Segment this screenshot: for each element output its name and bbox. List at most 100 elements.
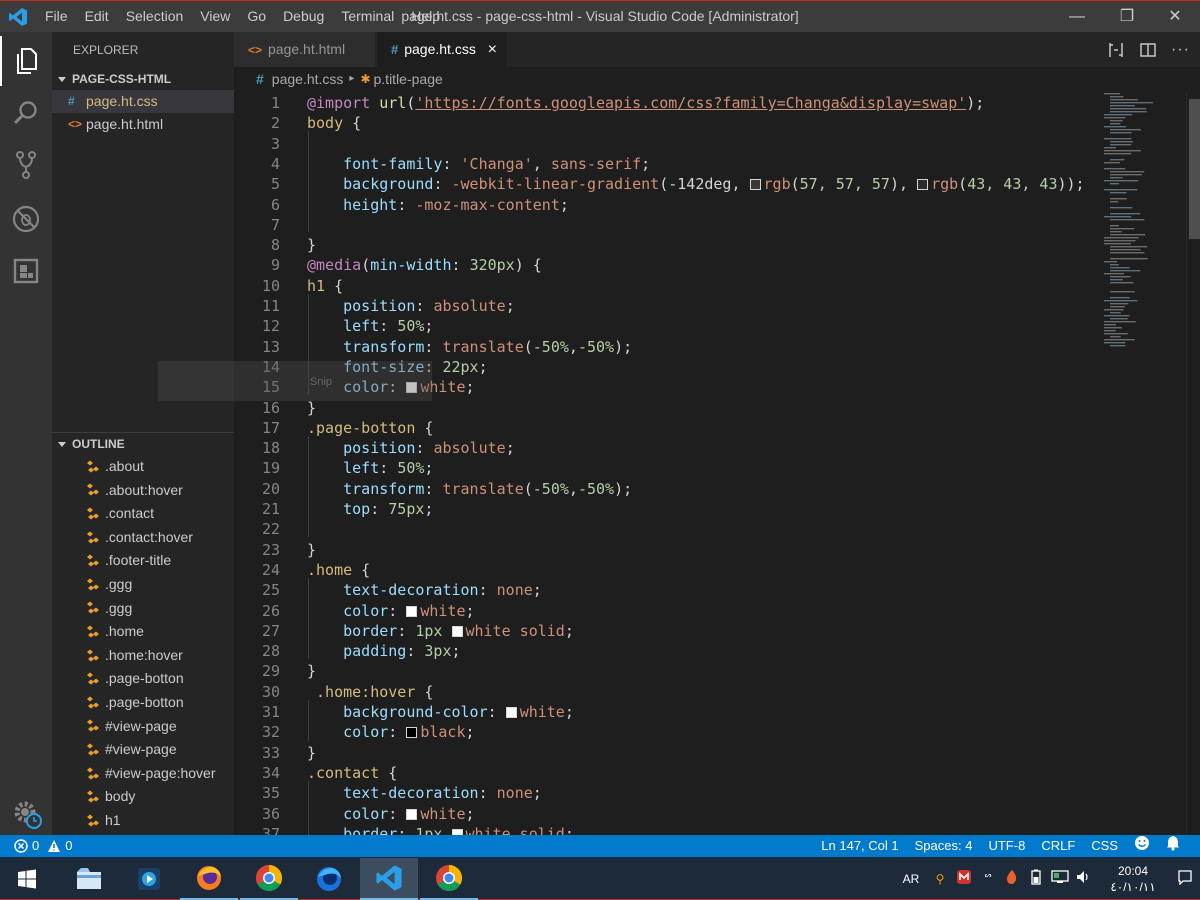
- code-token: {: [343, 114, 362, 133]
- code-editor[interactable]: 1 @import url('https://fonts.googleapis.c…: [234, 91, 1200, 835]
- file-explorer-icon[interactable]: [60, 858, 118, 900]
- search-tray-icon[interactable]: ⚲: [928, 872, 952, 886]
- bluetooth-icon[interactable]: ᔥ: [976, 872, 1000, 886]
- menu-debug[interactable]: Debug: [274, 1, 332, 33]
- flame-app-icon[interactable]: [1000, 869, 1024, 888]
- color-swatch[interactable]: [406, 727, 418, 739]
- outline-item[interactable]: .ggg: [52, 573, 234, 597]
- encoding[interactable]: UTF-8: [980, 835, 1033, 857]
- search-icon[interactable]: [0, 88, 52, 138]
- outline-item[interactable]: .home:hover: [52, 644, 234, 668]
- outline-item[interactable]: #view-page: [52, 715, 234, 739]
- firefox-icon[interactable]: [180, 858, 238, 900]
- split-editor-icon[interactable]: [1139, 41, 1157, 59]
- restore-button[interactable]: ❐: [1104, 1, 1150, 33]
- menu-edit[interactable]: Edit: [76, 1, 117, 33]
- menu-view[interactable]: View: [191, 1, 238, 33]
- explorer-icon[interactable]: [0, 36, 52, 86]
- outline-item[interactable]: .contact:hover: [52, 526, 234, 550]
- problems-indicator[interactable]: 0 0: [14, 835, 72, 857]
- breadcrumb-symbol[interactable]: p.title-page: [374, 67, 443, 91]
- outline-item[interactable]: .page-botton: [52, 691, 234, 715]
- notifications-bell-icon[interactable]: [1158, 835, 1188, 858]
- minimap-line: [1110, 219, 1145, 221]
- input-language[interactable]: AR: [894, 872, 928, 886]
- chrome-icon[interactable]: [240, 858, 298, 900]
- outline-item[interactable]: .contact: [52, 502, 234, 526]
- outline-item[interactable]: .page-botton: [52, 667, 234, 691]
- code-token: }: [307, 540, 317, 559]
- tab-page-css[interactable]: # page.ht.css ×: [377, 32, 507, 67]
- color-swatch[interactable]: [917, 179, 929, 191]
- breadcrumb-file[interactable]: page.ht.css: [272, 67, 344, 91]
- code-token: -50%: [577, 479, 615, 498]
- outline-item[interactable]: .about: [52, 455, 234, 479]
- open-changes-icon[interactable]: [1107, 41, 1125, 59]
- notifications-icon[interactable]: [1170, 869, 1200, 888]
- outline-item[interactable]: #view-page: [52, 738, 234, 762]
- more-actions-icon[interactable]: ···: [1171, 41, 1190, 59]
- minimize-button[interactable]: —: [1054, 1, 1100, 33]
- code-token: -50%: [577, 337, 615, 356]
- outline-item[interactable]: #view-page:hover: [52, 762, 234, 786]
- outline-item[interactable]: .footer-title: [52, 549, 234, 573]
- color-swatch[interactable]: [505, 707, 517, 718]
- outline-section-header[interactable]: OUTLINE: [52, 433, 234, 455]
- network-icon[interactable]: [1048, 870, 1072, 887]
- chrome-icon[interactable]: [420, 858, 478, 900]
- error-count: 0: [32, 838, 40, 853]
- extensions-icon[interactable]: [0, 246, 52, 296]
- tab-page-html[interactable]: <> page.ht.html: [234, 32, 376, 67]
- source-control-icon[interactable]: [0, 140, 52, 190]
- file-item-html[interactable]: <> page.ht.html: [52, 113, 234, 136]
- menu-file[interactable]: File: [36, 1, 76, 33]
- feedback-smiley-icon[interactable]: [1126, 835, 1158, 858]
- file-item-css[interactable]: # page.ht.css: [52, 90, 234, 113]
- manage-gear-icon[interactable]: [12, 799, 42, 829]
- minimap-line: [1104, 180, 1139, 182]
- debug-icon[interactable]: [0, 194, 52, 244]
- system-clock[interactable]: 20:04 ٤٠/١٠/١١: [1096, 863, 1170, 895]
- color-swatch[interactable]: [451, 625, 463, 637]
- start-windows-icon[interactable]: [0, 858, 54, 900]
- outline-item[interactable]: h1: [52, 809, 234, 833]
- vscode-taskbar-icon[interactable]: [360, 858, 418, 900]
- cursor-position[interactable]: Ln 147, Col 1: [813, 835, 906, 857]
- code-token: sans-serif: [550, 154, 642, 173]
- menu-go[interactable]: Go: [238, 1, 274, 33]
- battery-icon[interactable]: [1024, 869, 1048, 888]
- end-of-line[interactable]: CRLF: [1033, 835, 1083, 857]
- project-section-header[interactable]: PAGE-CSS-HTML: [52, 68, 234, 90]
- outline-item[interactable]: .home: [52, 620, 234, 644]
- vertical-scrollbar[interactable]: [1186, 91, 1200, 835]
- scrollbar-thumb[interactable]: [1189, 99, 1200, 239]
- code-token: ;: [532, 581, 542, 600]
- firefox-dev-icon[interactable]: [300, 858, 358, 900]
- volume-icon[interactable]: [1072, 870, 1096, 887]
- outline-item[interactable]: .ggg: [52, 597, 234, 621]
- color-swatch[interactable]: [406, 808, 418, 820]
- minimap-line: [1110, 102, 1153, 104]
- minimap-line: [1104, 117, 1126, 119]
- code-token: transform: [343, 479, 425, 498]
- antivirus-icon[interactable]: [952, 869, 976, 888]
- code-token: ;: [424, 317, 434, 336]
- close-tab-icon[interactable]: ×: [488, 32, 497, 67]
- outline-item[interactable]: body: [52, 785, 234, 809]
- outline-item[interactable]: .about:hover: [52, 479, 234, 503]
- menu-help[interactable]: Help: [402, 1, 448, 33]
- minimap[interactable]: [1100, 91, 1186, 361]
- code-token: :: [451, 256, 470, 275]
- close-window-button[interactable]: ✕: [1152, 1, 1198, 33]
- indentation[interactable]: Spaces: 4: [907, 835, 981, 857]
- color-swatch[interactable]: [406, 605, 418, 617]
- menu-terminal[interactable]: Terminal: [332, 1, 402, 33]
- language-mode[interactable]: CSS: [1083, 835, 1126, 857]
- media-player-icon[interactable]: [120, 858, 178, 900]
- outline-label: h1: [105, 811, 121, 828]
- line-number: 1: [270, 94, 280, 112]
- menu-selection[interactable]: Selection: [117, 1, 192, 33]
- color-swatch[interactable]: [749, 179, 761, 191]
